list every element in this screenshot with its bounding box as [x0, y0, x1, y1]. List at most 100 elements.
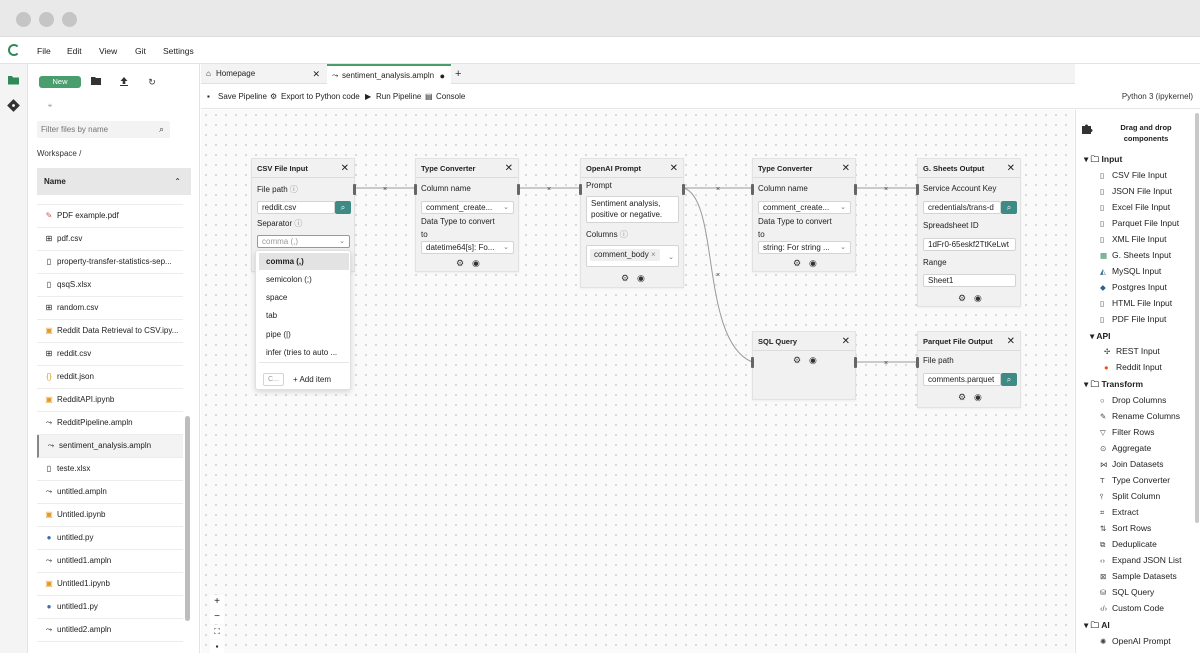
palette-item[interactable]: ✣ REST Input: [1104, 346, 1160, 356]
node-sql-query[interactable]: SQL Query ✕ ⚙ ◉: [751, 331, 857, 400]
data-type-label-1: Data Type to convert: [758, 217, 832, 226]
settings-icon[interactable]: ⚙: [793, 355, 801, 366]
palette-item[interactable]: ▽ Filter Rows: [1100, 427, 1155, 437]
browse-file-button[interactable]: ⌕: [1001, 373, 1017, 386]
category-transform[interactable]: ▾ 🗀 Transform: [1084, 379, 1143, 393]
browse-file-button[interactable]: ⌕: [1001, 201, 1017, 214]
column-name-select[interactable]: comment_create... ⌄: [758, 201, 851, 214]
close-icon[interactable]: ✕: [1007, 332, 1015, 351]
browse-file-button[interactable]: ⌕: [335, 201, 351, 214]
spreadsheet-id-input[interactable]: 1dFr0-65eskf2TtKeLwt: [923, 238, 1016, 251]
palette-item[interactable]: ⇅ Sort Rows: [1100, 523, 1151, 533]
close-icon[interactable]: ✕: [842, 159, 850, 178]
zoom-in-button[interactable]: +: [210, 595, 224, 609]
new-item-input[interactable]: C...: [263, 373, 284, 386]
palette-item[interactable]: ⛁ SQL Query: [1100, 587, 1154, 597]
palette-item[interactable]: ▯ HTML File Input: [1100, 298, 1172, 308]
columns-multiselect[interactable]: comment_body × ⌄: [586, 245, 679, 267]
add-item-button[interactable]: + Add item: [293, 375, 331, 384]
palette-item[interactable]: ▯ PDF File Input: [1100, 314, 1166, 324]
category-ai[interactable]: ▾ 🗀 AI: [1084, 620, 1110, 634]
palette-item[interactable]: ▯ JSON File Input: [1100, 186, 1172, 196]
settings-icon[interactable]: ⚙: [456, 258, 464, 269]
output-handle[interactable]: [682, 184, 685, 195]
data-type-select[interactable]: string: For string ... ⌄: [758, 241, 851, 254]
node-type-converter-2[interactable]: Type Converter ✕ Column name comment_crea…: [751, 158, 857, 272]
input-handle[interactable]: [751, 184, 754, 195]
close-icon[interactable]: ✕: [341, 159, 349, 178]
output-handle[interactable]: [854, 184, 857, 195]
input-handle[interactable]: [916, 357, 919, 368]
palette-item[interactable]: ▯ CSV File Input: [1100, 170, 1167, 180]
input-handle[interactable]: [916, 184, 919, 195]
file-path-input[interactable]: reddit.csv: [257, 201, 335, 214]
node-openai-prompt[interactable]: OpenAI Prompt ✕ Prompt Sentiment analysis…: [579, 158, 685, 288]
palette-item[interactable]: ⋈ Join Datasets: [1100, 459, 1164, 469]
palette-scrollbar[interactable]: [1195, 113, 1199, 523]
option-comma[interactable]: comma (,): [259, 253, 349, 270]
output-handle[interactable]: [517, 184, 520, 195]
settings-icon[interactable]: ⚙: [958, 293, 966, 304]
palette-item[interactable]: ▯ Parquet File Input: [1100, 218, 1179, 228]
category-api[interactable]: ▾ API: [1090, 331, 1111, 342]
input-handle[interactable]: [579, 184, 582, 195]
run-node-icon[interactable]: ◉: [637, 273, 645, 284]
close-icon[interactable]: ✕: [670, 159, 678, 178]
run-node-icon[interactable]: ◉: [809, 355, 817, 366]
palette-item[interactable]: ⊠ Sample Datasets: [1100, 571, 1177, 581]
output-handle[interactable]: [353, 184, 356, 195]
settings-icon[interactable]: ⚙: [793, 258, 801, 269]
palette-item[interactable]: ▯ Excel File Input: [1100, 202, 1170, 212]
file-path-input[interactable]: comments.parquet: [923, 373, 1001, 386]
category-input[interactable]: ▾ 🗀 Input: [1084, 154, 1122, 168]
node-header: Parquet File Output ✕: [918, 332, 1020, 351]
close-icon[interactable]: ✕: [505, 159, 513, 178]
palette-item[interactable]: T Type Converter: [1100, 475, 1170, 485]
palette-item[interactable]: ✎ Rename Columns: [1100, 411, 1180, 421]
input-handle[interactable]: [751, 357, 754, 368]
option-tab[interactable]: tab: [259, 307, 349, 324]
settings-icon[interactable]: ⚙: [958, 392, 966, 403]
column-name-select[interactable]: comment_create... ⌄: [421, 201, 514, 214]
remove-tag-icon[interactable]: ×: [651, 250, 656, 259]
node-header: OpenAI Prompt ✕: [581, 159, 683, 178]
run-node-icon[interactable]: ◉: [472, 258, 480, 269]
service-account-input[interactable]: credentials/trans-d: [923, 201, 1001, 214]
run-node-icon[interactable]: ◉: [974, 392, 982, 403]
node-type-converter-1[interactable]: Type Converter ✕ Column name comment_crea…: [414, 158, 520, 272]
prompt-textarea[interactable]: Sentiment analysis, positive or negative…: [586, 196, 679, 223]
palette-item[interactable]: ⧉ Deduplicate: [1100, 539, 1157, 550]
run-node-icon[interactable]: ◉: [809, 258, 817, 269]
palette-item[interactable]: ✺ OpenAI Prompt: [1100, 636, 1171, 646]
fit-view-button[interactable]: ⛶: [210, 625, 224, 639]
palette-item[interactable]: ● Reddit Input: [1104, 362, 1162, 372]
lock-icon[interactable]: ▪: [210, 640, 224, 653]
zoom-out-button[interactable]: −: [210, 610, 224, 624]
separator-select[interactable]: comma (,) ⌄: [257, 235, 350, 248]
palette-item[interactable]: ‹› Expand JSON List: [1100, 555, 1181, 565]
deduplicate-icon: ⧉: [1100, 540, 1106, 549]
settings-icon[interactable]: ⚙: [621, 273, 629, 284]
option-space[interactable]: space: [259, 289, 349, 306]
data-type-select[interactable]: datetime64[s]: Fo... ⌄: [421, 241, 514, 254]
node-parquet-output[interactable]: Parquet File Output ✕ File path comments.…: [916, 331, 1021, 408]
palette-item[interactable]: ○ Drop Columns: [1100, 395, 1166, 405]
palette-item[interactable]: ⊙ Aggregate: [1100, 443, 1151, 453]
option-semicolon[interactable]: semicolon (;): [259, 271, 349, 288]
palette-item[interactable]: ◆ Postgres Input: [1100, 282, 1167, 292]
input-handle[interactable]: [414, 184, 417, 195]
palette-item[interactable]: ▯ XML File Input: [1100, 234, 1167, 244]
node-gsheets-output[interactable]: G. Sheets Output ✕ Service Account Key cr…: [916, 158, 1021, 307]
run-node-icon[interactable]: ◉: [974, 293, 982, 304]
palette-item[interactable]: ‹/› Custom Code: [1100, 603, 1164, 613]
close-icon[interactable]: ✕: [842, 332, 850, 351]
option-infer[interactable]: infer (tries to auto ...: [259, 344, 349, 361]
output-handle[interactable]: [854, 357, 857, 368]
range-input[interactable]: Sheet1: [923, 274, 1016, 287]
palette-item[interactable]: ⌗ Extract: [1100, 507, 1138, 518]
option-pipe[interactable]: pipe (|): [259, 326, 349, 343]
palette-item[interactable]: ▦ G. Sheets Input: [1100, 250, 1171, 260]
palette-item[interactable]: ⫯ Split Column: [1100, 491, 1160, 502]
close-icon[interactable]: ✕: [1007, 159, 1015, 178]
palette-item[interactable]: ◭ MySQL Input: [1100, 266, 1161, 276]
